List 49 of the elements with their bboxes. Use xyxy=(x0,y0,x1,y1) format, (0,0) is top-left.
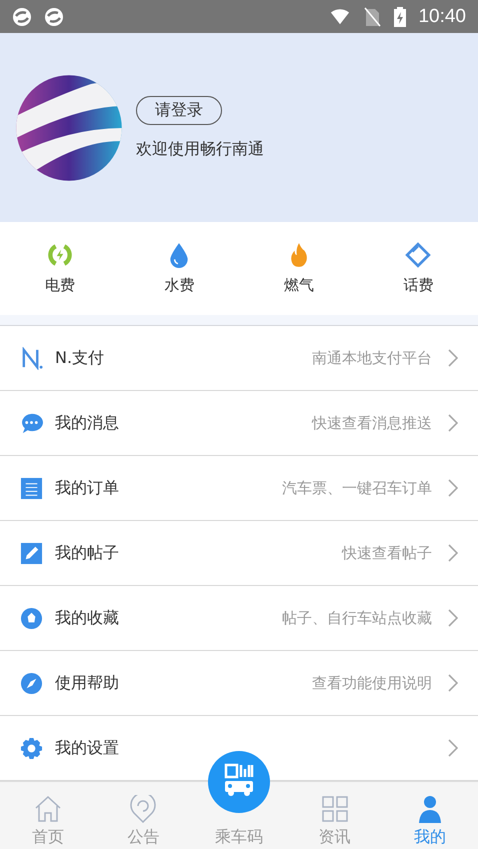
chevron-right-icon xyxy=(448,609,458,627)
home-icon xyxy=(34,795,62,823)
chevron-right-icon xyxy=(448,544,458,562)
chevron-right-icon xyxy=(448,414,458,432)
menu-label: 我的收藏 xyxy=(55,608,119,628)
no-sim-icon xyxy=(362,6,382,26)
chevron-right-icon xyxy=(448,479,458,497)
chevron-right-icon xyxy=(448,739,458,757)
menu-hint: 快速查看消息推送 xyxy=(312,414,432,432)
menu-row[interactable]: 我的消息 快速查看消息推送 xyxy=(0,391,478,456)
power-icon xyxy=(46,242,73,268)
menu-label: 我的设置 xyxy=(55,738,119,758)
menu-row[interactable]: N.支付 南通本地支付平台 xyxy=(0,326,478,391)
n-letter-icon xyxy=(20,346,43,370)
menu-label: 使用帮助 xyxy=(55,672,119,694)
menu-hint: 快速查看帖子 xyxy=(342,544,432,562)
chevron-right-icon xyxy=(448,674,458,692)
list-document-icon xyxy=(20,476,43,500)
welcome-text: 欢迎使用畅行南通 xyxy=(136,138,264,160)
service-item[interactable]: 话费 xyxy=(358,222,478,315)
settings-icon xyxy=(20,736,43,760)
sync-icon xyxy=(12,6,32,26)
wifi-icon xyxy=(330,6,350,26)
menu-row[interactable]: 我的订单 汽车票、一键召车订单 xyxy=(0,456,478,521)
service-item[interactable]: 燃气 xyxy=(239,222,358,315)
service-item[interactable]: 水费 xyxy=(120,222,239,315)
compass-icon xyxy=(20,672,43,694)
menu-label: N.支付 xyxy=(55,348,104,368)
location-pin-icon xyxy=(129,795,158,823)
menu-hint: 汽车票、一键召车订单 xyxy=(282,478,432,498)
chat-bubble-icon xyxy=(20,412,43,434)
login-button[interactable]: 请登录 xyxy=(136,96,222,124)
menu-row[interactable]: 我的收藏 帖子、自行车站点收藏 xyxy=(0,586,478,651)
menu-label: 我的帖子 xyxy=(55,542,119,564)
menu-row[interactable]: 我的帖子 快速查看帖子 xyxy=(0,521,478,586)
menu-label: 我的订单 xyxy=(55,478,119,498)
clock-time: 10:40 xyxy=(418,6,466,28)
menu-hint: 南通本地支付平台 xyxy=(312,348,432,368)
menu-hint: 帖子、自行车站点收藏 xyxy=(282,608,432,628)
chevron-right-icon xyxy=(448,349,458,367)
menu-hint: 查看功能使用说明 xyxy=(312,674,432,692)
menu-label: 我的消息 xyxy=(55,412,119,434)
diamond-icon xyxy=(405,242,432,268)
pencil-icon xyxy=(20,542,43,564)
service-item[interactable]: 电费 xyxy=(0,222,120,315)
menu-row[interactable]: 使用帮助 查看功能使用说明 xyxy=(0,651,478,716)
grid-icon xyxy=(320,795,349,823)
sync-icon xyxy=(44,6,64,26)
battery-charging-icon xyxy=(394,6,406,26)
